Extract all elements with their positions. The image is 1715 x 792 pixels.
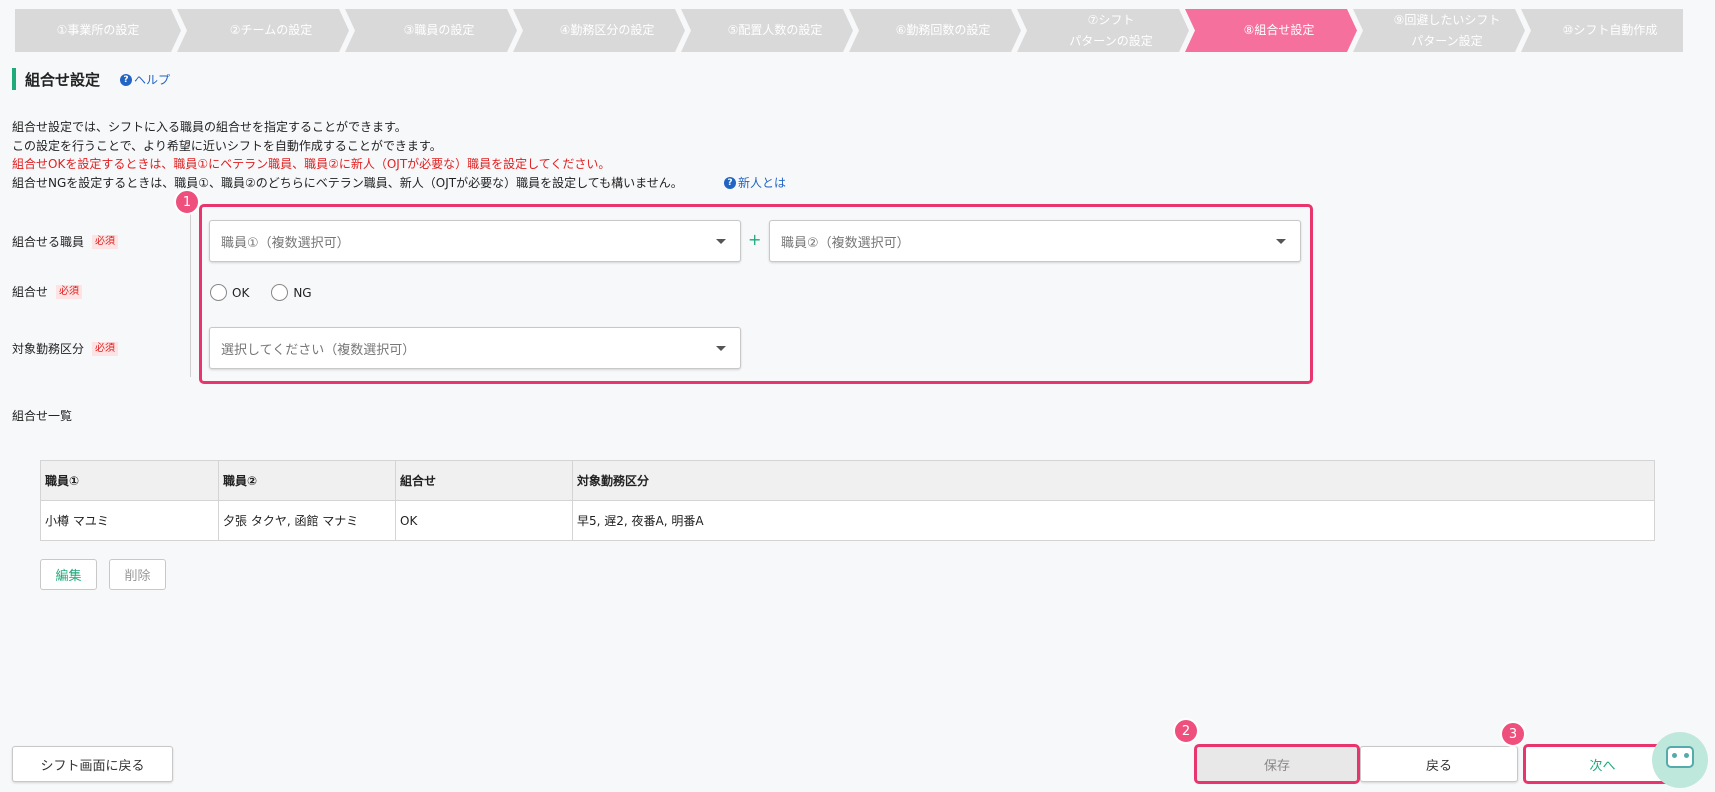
step-navigation: ①事業所の設定 ②チームの設定 ③職員の設定 ④勤務区分の設定 ⑤配置人数の設定… [15, 9, 1683, 52]
robot-eye [1684, 753, 1689, 758]
combination-table: 職員① 職員② 組合せ 対象勤務区分 小樽 マユミ 夕張 タクヤ, 函館 マナミ… [40, 460, 1655, 541]
edit-button[interactable]: 編集 [40, 559, 97, 590]
staff-label: 組合せる職員 必須 [12, 233, 119, 250]
table-cell: 小樽 マユミ [40, 500, 219, 541]
return-button[interactable]: 戻る [1360, 746, 1518, 782]
step-1[interactable]: ①事業所の設定 [15, 9, 181, 52]
required-badge: 必須 [92, 234, 119, 249]
column-header: 組合せ [395, 460, 573, 501]
description-line-2: この設定を行うことで、より希望に近いシフトを自動作成することができます。 [12, 139, 442, 153]
step-badge-2: 2 [1173, 718, 1199, 744]
step-badge-3: 3 [1500, 721, 1526, 747]
description-line-1: 組合せ設定では、シフトに入る職員の組合せを指定することができます。 [12, 120, 407, 134]
highlight-box-form [199, 204, 1313, 384]
step-8-active[interactable]: ⑧組合せ設定 [1185, 9, 1357, 52]
step-3[interactable]: ③職員の設定 [345, 9, 517, 52]
step-5[interactable]: ⑤配置人数の設定 [681, 9, 853, 52]
column-header: 対象勤務区分 [572, 460, 1655, 501]
required-badge: 必須 [56, 284, 83, 299]
step-7[interactable]: ⑦シフト パターンの設定 [1017, 9, 1189, 52]
description-line-3: 組合せOKを設定するときは、職員①にベテラン職員、職員②に新人（OJTが必要な）… [12, 157, 611, 171]
form-divider [190, 207, 191, 377]
help-label: ヘルプ [134, 73, 171, 87]
chatbot-icon[interactable] [1652, 732, 1708, 788]
column-header: 職員② [218, 460, 396, 501]
step-10[interactable]: ⑩シフト自動作成 [1521, 9, 1683, 52]
table-header-row: 職員① 職員② 組合せ 対象勤務区分 [40, 460, 1655, 501]
page-title: 組合せ設定 [25, 71, 101, 89]
step-6[interactable]: ⑥勤務回数の設定 [849, 9, 1021, 52]
step-9[interactable]: ⑨回避したいシフト パターン設定 [1353, 9, 1525, 52]
step-badge-1: 1 [174, 189, 200, 215]
back-to-shift-button[interactable]: シフト画面に戻る [12, 746, 173, 782]
combo-label: 組合せ 必須 [12, 283, 83, 300]
target-label: 対象勤務区分 必須 [12, 340, 119, 357]
list-title: 組合せ一覧 [12, 409, 73, 423]
question-icon: ? [724, 176, 736, 189]
robot-head [1666, 746, 1694, 768]
table-cell: 早5, 遅2, 夜番A, 明番A [572, 500, 1655, 541]
table-row[interactable]: 小樽 マユミ 夕張 タクヤ, 函館 マナミ OK 早5, 遅2, 夜番A, 明番… [40, 500, 1655, 541]
robot-eye [1672, 753, 1677, 758]
title-accent-bar [12, 68, 16, 90]
column-header: 職員① [40, 460, 219, 501]
required-badge: 必須 [92, 341, 119, 356]
step-4[interactable]: ④勤務区分の設定 [513, 9, 685, 52]
table-cell: OK [395, 500, 573, 541]
highlight-box-save [1194, 744, 1360, 784]
newbie-link-label: 新人とは [738, 176, 787, 190]
description-line-4: 組合せNGを設定するときは、職員①、職員②のどちらにベテラン職員、新人（OJTが… [12, 176, 683, 190]
table-cell: 夕張 タクヤ, 函館 マナミ [218, 500, 396, 541]
help-link[interactable]: ? ヘルプ [120, 71, 170, 88]
question-icon: ? [120, 73, 132, 86]
newbie-link[interactable]: ? 新人とは [724, 174, 786, 191]
delete-button[interactable]: 削除 [109, 559, 166, 590]
step-2[interactable]: ②チームの設定 [177, 9, 349, 52]
